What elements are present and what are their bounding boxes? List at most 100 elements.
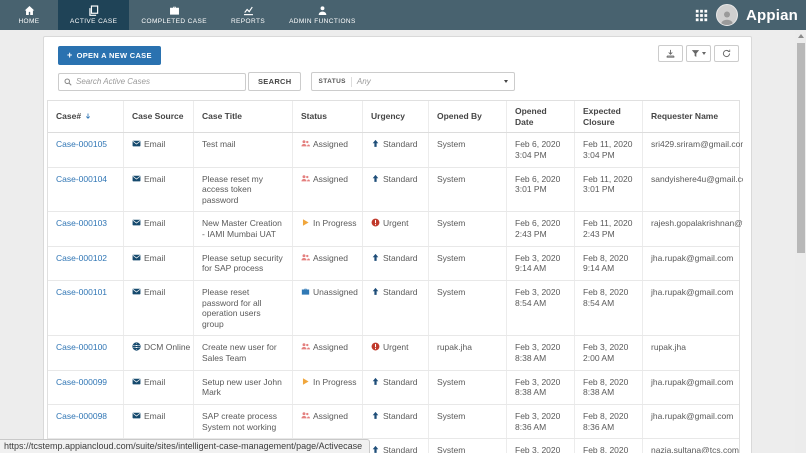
urgency-cell: Standard [363, 281, 429, 336]
case-source-cell: Email [124, 371, 194, 404]
column-header-openedby[interactable]: Opened By [429, 101, 507, 132]
case-title-cell: Setup new user John Mark [194, 371, 293, 404]
case-source-cell: DCM Online [124, 336, 194, 369]
status-cell: Assigned [293, 168, 363, 212]
case-title-cell: SAP create process System not working [194, 405, 293, 438]
nav-tab-completed-case[interactable]: COMPLETED CASE [129, 0, 219, 30]
table-row: Case-000101 Email Please reset password … [48, 281, 739, 337]
nav-tab-label: HOME [18, 18, 39, 25]
table-header-row: Case#Case SourceCase TitleStatusUrgencyO… [48, 101, 739, 133]
filter-icon [691, 49, 700, 58]
scroll-up-arrow-icon[interactable] [795, 30, 806, 41]
expected-closure-cell: Feb 11, 2020 3:01 PM [575, 168, 643, 212]
case-link[interactable]: Case-000100 [56, 342, 107, 352]
filter-button[interactable] [686, 45, 711, 62]
case-number-cell: Case-000104 [48, 168, 124, 212]
urgency-cell: Standard [363, 247, 429, 280]
arrow-up-icon [371, 411, 380, 420]
opened-by-cell: System [429, 405, 507, 438]
status-cell: Assigned [293, 405, 363, 438]
top-navigation: HOME ACTIVE CASE COMPLETED CASE REPORTS … [0, 0, 806, 30]
case-link[interactable]: Case-000101 [56, 287, 107, 297]
cases-icon [88, 4, 99, 16]
scrollbar-thumb[interactable] [797, 43, 805, 253]
expected-closure-cell: Feb 11, 2020 3:04 PM [575, 133, 643, 166]
case-link[interactable]: Case-000103 [56, 218, 107, 228]
users-icon [301, 174, 310, 183]
arrow-up-icon [371, 445, 380, 453]
case-title-cell: Please setup security for SAP process [194, 247, 293, 280]
opened-date-cell: Feb 3, 2020 8:36 AM [507, 405, 575, 438]
nav-tab-reports[interactable]: REPORTS [219, 0, 277, 30]
search-button[interactable]: SEARCH [248, 72, 301, 91]
app-grid-icon[interactable] [695, 9, 708, 22]
export-button[interactable] [658, 45, 683, 62]
requester-name-cell: jha.rupak@gmail.com [643, 371, 743, 404]
column-header-casesource[interactable]: Case Source [124, 101, 194, 132]
opened-by-cell: System [429, 281, 507, 336]
exclamation-circle-icon [371, 218, 380, 227]
users-icon [301, 253, 310, 262]
case-number-cell: Case-000103 [48, 212, 124, 245]
requester-name-cell: jha.rupak@gmail.com [643, 405, 743, 438]
caret-down-icon [504, 80, 508, 83]
column-header-requestername[interactable]: Requester Name [643, 101, 743, 132]
nav-tab-active-case[interactable]: ACTIVE CASE [58, 0, 129, 30]
briefcase-icon [169, 4, 180, 16]
case-source-cell: Email [124, 405, 194, 438]
grid-toolbar: + OPEN A NEW CASE [44, 37, 751, 67]
column-header-urgency[interactable]: Urgency [363, 101, 429, 132]
chart-icon [243, 4, 254, 16]
table-row: Case-000100 DCM Online Create new user f… [48, 336, 739, 370]
sort-desc-icon [84, 112, 92, 121]
case-number-cell: Case-000098 [48, 405, 124, 438]
opened-by-cell: System [429, 212, 507, 245]
case-link[interactable]: Case-000099 [56, 377, 107, 387]
expected-closure-cell: Feb 8, 2020 8:33 AM [575, 439, 643, 453]
status-cell: In Progress [293, 212, 363, 245]
case-link[interactable]: Case-000104 [56, 174, 107, 184]
home-icon [24, 4, 35, 16]
opened-date-cell: Feb 3, 2020 9:14 AM [507, 247, 575, 280]
table-row: Case-000098 Email SAP create process Sys… [48, 405, 739, 439]
case-number-cell: Case-000099 [48, 371, 124, 404]
open-new-case-button[interactable]: + OPEN A NEW CASE [58, 46, 161, 65]
user-avatar[interactable] [716, 4, 738, 26]
nav-tab-label: REPORTS [231, 18, 265, 25]
column-header-openeddate[interactable]: Opened Date [507, 101, 575, 132]
case-title-cell: Please reset password for all operation … [194, 281, 293, 336]
case-source-cell: Email [124, 212, 194, 245]
opened-date-cell: Feb 3, 2020 8:33 AM [507, 439, 575, 453]
column-header-case[interactable]: Case# [48, 101, 124, 132]
plus-icon: + [67, 52, 73, 58]
open-new-case-label: OPEN A NEW CASE [77, 51, 152, 60]
arrow-up-icon [371, 377, 380, 386]
urgency-cell: Urgent [363, 212, 429, 245]
vertical-scrollbar[interactable] [795, 30, 806, 453]
opened-by-cell: rupak.jha [429, 336, 507, 369]
urgency-cell: Urgent [363, 336, 429, 369]
urgency-cell: Standard [363, 405, 429, 438]
expected-closure-cell: Feb 11, 2020 2:43 PM [575, 212, 643, 245]
opened-by-cell: System [429, 439, 507, 453]
status-filter-value: Any [357, 77, 505, 86]
refresh-button[interactable] [714, 45, 739, 62]
column-header-expectedclosure[interactable]: Expected Closure [575, 101, 643, 132]
envelope-icon [132, 218, 141, 227]
exclamation-circle-icon [371, 342, 380, 351]
column-header-status[interactable]: Status [293, 101, 363, 132]
status-cell: Assigned [293, 336, 363, 369]
divider [351, 77, 352, 87]
case-link[interactable]: Case-000102 [56, 253, 107, 263]
case-link[interactable]: Case-000105 [56, 139, 107, 149]
case-link[interactable]: Case-000098 [56, 411, 107, 421]
nav-tab-home[interactable]: HOME [0, 0, 58, 30]
status-cell: Assigned [293, 247, 363, 280]
status-filter-dropdown[interactable]: STATUS Any [311, 72, 515, 91]
urgency-cell: Standard [363, 371, 429, 404]
table-body: Case-000105 Email Test mail Assigned Sta… [48, 133, 739, 453]
column-header-casetitle[interactable]: Case Title [194, 101, 293, 132]
search-input[interactable] [72, 77, 240, 86]
envelope-icon [132, 287, 141, 296]
nav-tab-admin-functions[interactable]: ADMIN FUNCTIONS [277, 0, 368, 30]
